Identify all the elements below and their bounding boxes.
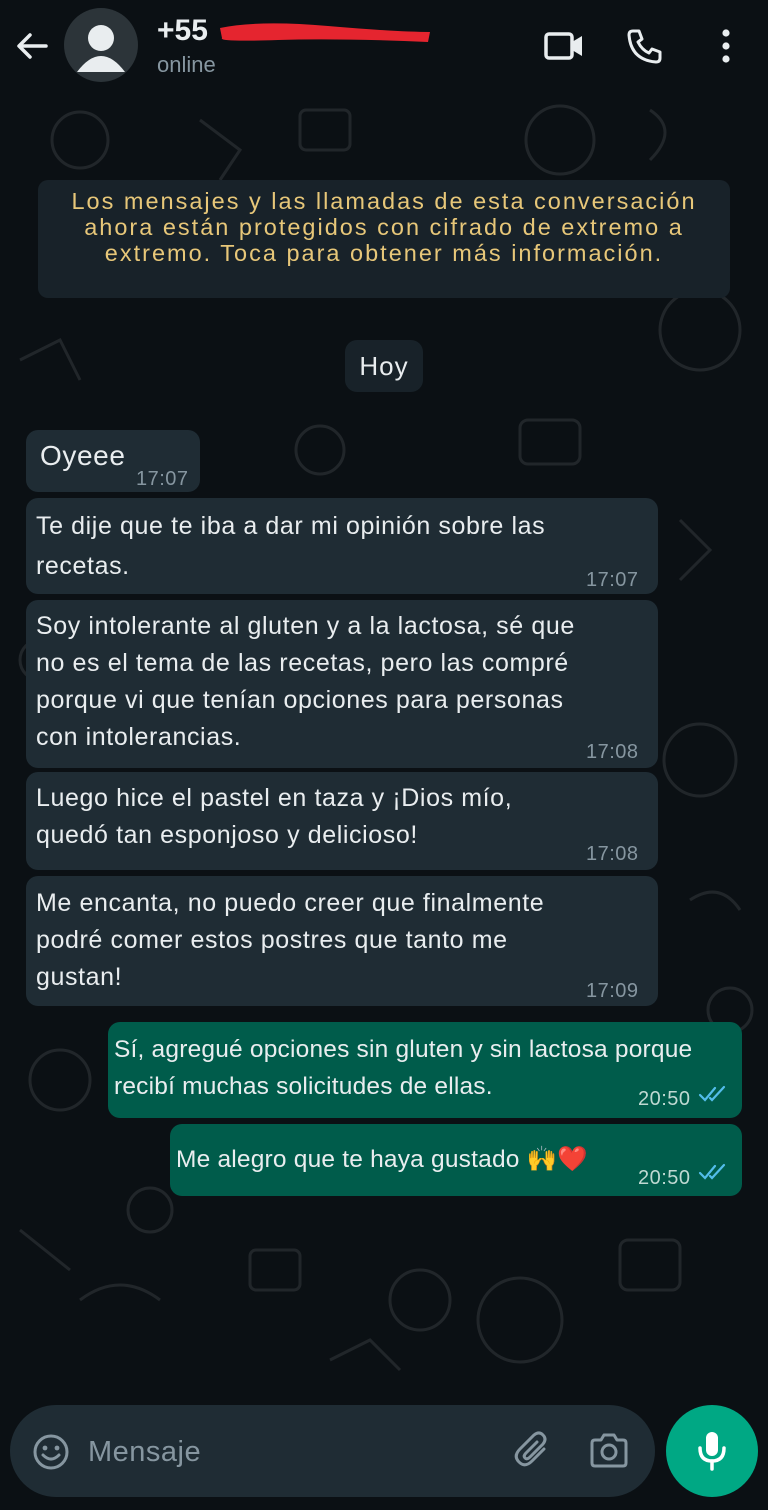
double-check-icon xyxy=(698,1085,726,1102)
video-call-icon xyxy=(544,32,582,60)
day-separator: Hoy xyxy=(345,340,423,392)
message-time: 17:07 xyxy=(586,569,639,591)
back-arrow-icon xyxy=(17,33,48,59)
message-time: 17:08 xyxy=(586,741,639,763)
message-text: con intolerancias. xyxy=(36,723,242,751)
contact-status: online xyxy=(157,52,216,77)
emoji-icon[interactable] xyxy=(32,1433,70,1471)
encryption-notice[interactable]: Los mensajes y las llamadas de esta conv… xyxy=(38,180,730,298)
more-options-icon xyxy=(722,29,730,63)
message-incoming[interactable]: Luego hice el pastel en taza y ¡Dios mío… xyxy=(26,772,658,870)
double-check-icon xyxy=(698,1163,726,1180)
avatar-icon xyxy=(77,25,125,72)
redaction-mark xyxy=(220,23,430,42)
message-text: porque vi que tenían opciones para perso… xyxy=(36,686,564,714)
message-incoming[interactable]: Me encanta, no puedo creer que finalment… xyxy=(26,876,658,1006)
phone-icon xyxy=(627,29,662,64)
message-text: Oyeee xyxy=(40,440,126,471)
message-text: no es el tema de las recetas, pero las c… xyxy=(36,649,569,677)
message-outgoing[interactable]: Sí, agregué opciones sin gluten y sin la… xyxy=(108,1022,742,1118)
video-call-button[interactable] xyxy=(542,24,586,68)
contact-avatar[interactable] xyxy=(64,8,138,82)
message-text: Me alegro que te haya gustado 🙌❤️ xyxy=(176,1146,589,1173)
message-text: gustan! xyxy=(36,963,123,991)
message-text: quedó tan esponjoso y delicioso! xyxy=(36,821,418,849)
message-outgoing[interactable]: Me alegro que te haya gustado 🙌❤️ 20:50 xyxy=(170,1124,742,1196)
message-time: 20:50 xyxy=(638,1167,691,1189)
back-button[interactable] xyxy=(12,26,52,66)
attach-icon[interactable] xyxy=(514,1431,554,1471)
mic-icon xyxy=(698,1432,726,1471)
message-text: Te dije que te iba a dar mi opinión sobr… xyxy=(36,512,546,540)
chat-header: +55 online xyxy=(0,0,768,92)
message-time: 20:50 xyxy=(638,1088,691,1110)
message-text: Sí, agregué opciones sin gluten y sin la… xyxy=(114,1036,693,1063)
contact-name[interactable]: +55 xyxy=(157,14,208,48)
message-composer[interactable]: Mensaje xyxy=(10,1405,655,1497)
message-text: Luego hice el pastel en taza y ¡Dios mío… xyxy=(36,784,513,812)
message-time: 17:09 xyxy=(586,980,639,1002)
voice-call-button[interactable] xyxy=(622,24,666,68)
more-options-button[interactable] xyxy=(704,24,748,68)
message-incoming[interactable]: Soy intolerante al gluten y a la lactosa… xyxy=(26,600,658,768)
message-text: podré comer estos postres que tanto me xyxy=(36,926,508,954)
message-text: recetas. xyxy=(36,552,130,580)
message-text: recibí muchas solicitudes de ellas. xyxy=(114,1073,493,1100)
message-incoming[interactable]: Te dije que te iba a dar mi opinión sobr… xyxy=(26,498,658,594)
message-incoming[interactable]: Oyeee 17:07 xyxy=(26,430,200,492)
voice-message-button[interactable] xyxy=(666,1405,758,1497)
message-text: Soy intolerante al gluten y a la lactosa… xyxy=(36,612,575,640)
message-input[interactable]: Mensaje xyxy=(88,1436,201,1469)
message-text: Me encanta, no puedo creer que finalment… xyxy=(36,889,545,917)
message-time: 17:07 xyxy=(136,468,189,490)
message-time: 17:08 xyxy=(586,843,639,865)
camera-icon[interactable] xyxy=(588,1431,630,1471)
